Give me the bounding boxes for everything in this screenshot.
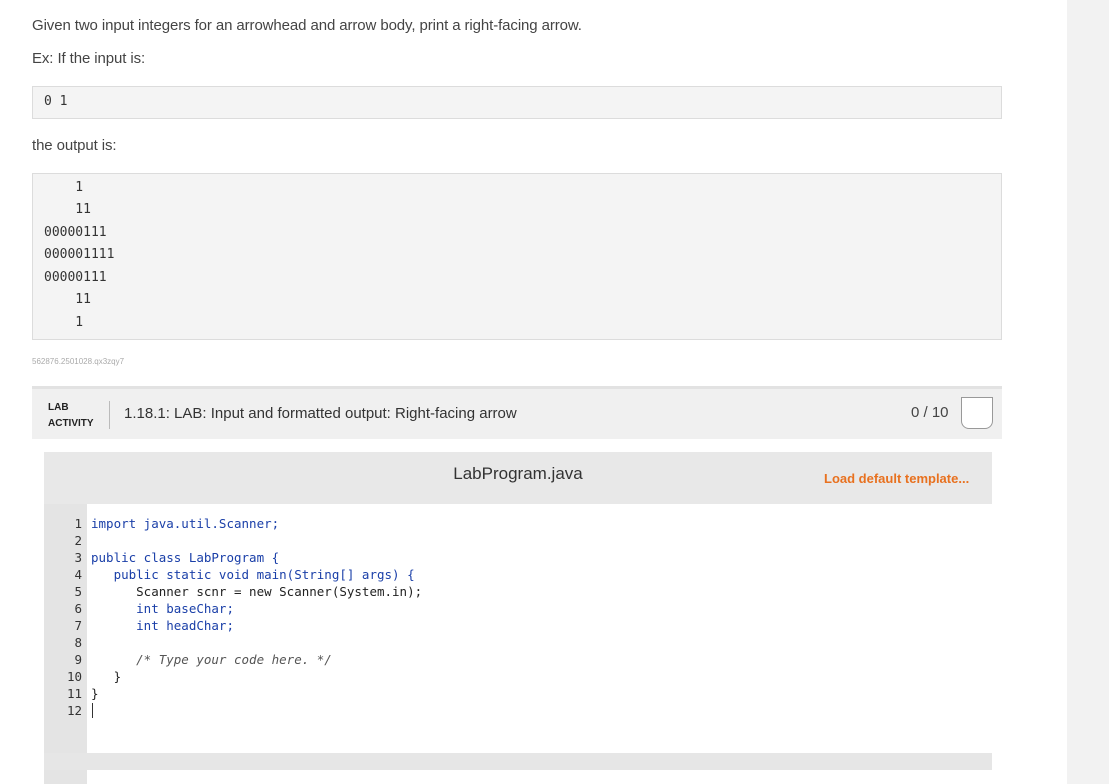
editor-toolbar: LabProgram.java Load default template... [44,452,992,504]
line-number: 1 [74,516,82,531]
line-number: 8 [74,635,82,650]
lab-tag-line2: ACTIVITY [48,418,94,429]
output-line: 00000111 [44,225,107,240]
code-line: public static void main(String[] args) { [91,567,415,582]
output-line: 000001111 [44,247,115,262]
line-number: 5 [74,584,82,599]
output-line: 11 [44,202,91,217]
lab-title: 1.18.1: LAB: Input and formatted output:… [124,405,517,422]
lab-score: 0 / 10 [911,404,949,421]
code-line: public class LabProgram { [91,550,280,565]
line-number: 12 [66,703,82,718]
lab-tag-line1: LAB [48,402,69,413]
output-line: 1 [44,180,84,195]
code-comment: /* Type your code here. */ [91,652,332,667]
active-line-highlight [44,753,992,770]
output-line: 00000111 [44,270,107,285]
line-number: 7 [74,618,82,633]
line-number: 6 [74,601,82,616]
input-example-box: 0 1 [32,86,1002,119]
problem-id: 562876.2501028.qx3zqy7 [32,357,125,366]
input-example-text: 0 1 [44,94,68,109]
code-line: int headChar; [91,618,234,633]
text-cursor [92,703,93,718]
line-number: 10 [66,669,82,684]
output-example-box: 1 11 00000111 000001111 00000111 11 1 [32,173,1002,340]
completion-shield-icon [961,397,993,429]
right-scroll-gutter [1067,0,1109,784]
line-number: 4 [74,567,82,582]
code-line: } [91,686,99,701]
output-label: the output is: [32,137,117,154]
lab-activity-tag: LAB ACTIVITY [48,400,94,432]
code-editor: LabProgram.java Load default template...… [44,452,992,784]
header-divider [109,401,110,429]
line-number: 2 [74,533,82,548]
line-number: 9 [74,652,82,667]
output-line: 11 [44,292,91,307]
code-line: int baseChar; [91,601,234,616]
problem-intro: Given two input integers for an arrowhea… [32,17,582,34]
line-number: 11 [66,686,82,701]
code-lines: 1 2 3 4 5 6 7 8 9 10 11 12 import java.u… [44,504,992,784]
code-line: Scanner scnr = new Scanner(System.in); [91,584,423,599]
example-label: Ex: If the input is: [32,50,146,67]
lab-activity-header: LAB ACTIVITY 1.18.1: LAB: Input and form… [32,386,1002,439]
load-default-template-link[interactable]: Load default template... [824,471,969,486]
code-line: import java.util.Scanner; [91,516,280,531]
code-line: } [91,669,122,684]
line-number: 3 [74,550,82,565]
output-line: 1 [44,315,84,330]
